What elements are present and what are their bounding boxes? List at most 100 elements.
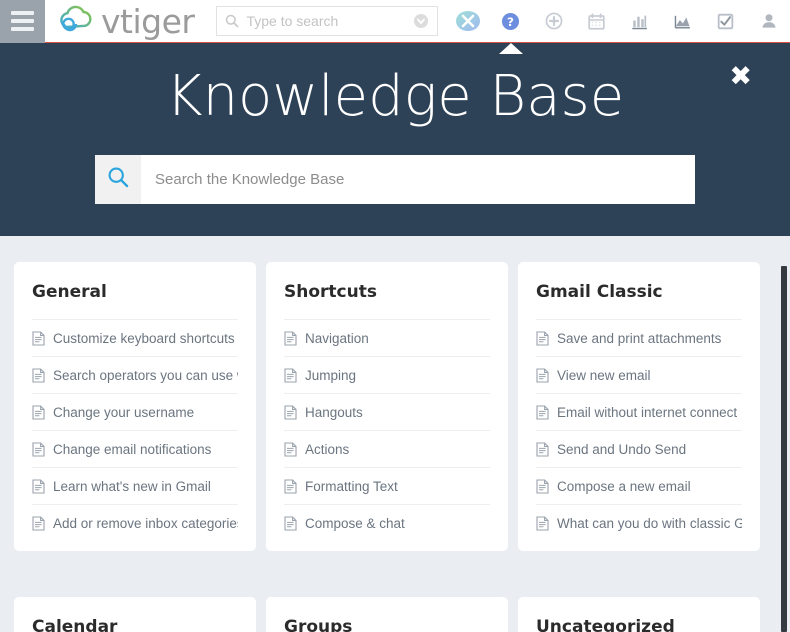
list-item[interactable]: Save and print attachments	[536, 319, 742, 356]
document-icon	[284, 441, 297, 457]
list-item-label: Save and print attachments	[557, 330, 722, 346]
card-article-list: Customize keyboard shortcuts Search oper…	[32, 319, 238, 541]
document-icon	[536, 515, 549, 531]
list-item[interactable]: Hangouts	[284, 393, 490, 430]
document-icon	[536, 404, 549, 420]
list-item[interactable]: Change your username	[32, 393, 238, 430]
list-item-label: Formatting Text	[305, 478, 398, 494]
search-icon	[107, 166, 129, 193]
nav-icon-group: ?	[446, 0, 790, 54]
chevron-down-circle-icon[interactable]	[413, 13, 429, 29]
list-item[interactable]: Compose & chat	[284, 504, 490, 541]
help-icon[interactable]: ?	[489, 0, 532, 54]
document-icon	[32, 330, 45, 346]
svg-text:?: ?	[507, 14, 514, 28]
list-item-label: Compose a new email	[557, 478, 691, 494]
kb-card-groups: Groups	[266, 597, 508, 632]
page-title: Knowledge Base	[165, 64, 625, 129]
hamburger-bar	[11, 27, 34, 31]
list-item[interactable]: Compose a new email	[536, 467, 742, 504]
list-item-label: Email without internet connect	[557, 404, 738, 420]
kb-card-gmail-classic: Gmail Classic Save and print attachments	[518, 262, 760, 551]
list-item[interactable]: Actions	[284, 430, 490, 467]
list-item-label: Compose & chat	[305, 515, 405, 531]
checkbox-tasks-icon[interactable]	[704, 0, 747, 43]
list-item[interactable]: What can you do with classic G	[536, 504, 742, 541]
kb-search-button[interactable]	[95, 155, 141, 204]
document-icon	[284, 367, 297, 383]
search-icon	[225, 14, 240, 28]
list-item[interactable]: Formatting Text	[284, 467, 490, 504]
user-profile-icon[interactable]	[747, 0, 790, 43]
help-dropdown-caret	[498, 42, 523, 54]
document-icon	[284, 515, 297, 531]
list-item[interactable]: Learn what's new in Gmail	[32, 467, 238, 504]
list-item[interactable]: Send and Undo Send	[536, 430, 742, 467]
global-search-input[interactable]	[246, 13, 414, 29]
document-icon	[284, 404, 297, 420]
bar-chart-icon[interactable]	[618, 0, 661, 43]
content-scrollbar[interactable]	[778, 236, 790, 632]
vtiger-cloud-icon	[55, 5, 99, 37]
card-article-list: Navigation Jumping Hangouts Actions Form…	[284, 319, 490, 541]
knowledge-base-hero: ✖ Knowledge Base	[0, 43, 790, 236]
top-navigation-bar: vtiger Type to search ?	[0, 0, 790, 54]
document-icon	[536, 330, 549, 346]
list-item[interactable]: Search operators you can use wi	[32, 356, 238, 393]
document-icon	[32, 367, 45, 383]
kb-card-general: General Customize keyboard shortcuts Sea…	[14, 262, 256, 551]
list-item-label: Navigation	[305, 330, 369, 346]
card-title: General	[32, 282, 107, 302]
list-item-label: Customize keyboard shortcuts	[53, 330, 235, 346]
document-icon	[32, 404, 45, 420]
list-item-label: Search operators you can use wi	[53, 367, 238, 383]
calendar-icon[interactable]	[575, 0, 618, 43]
list-item[interactable]: Jumping	[284, 356, 490, 393]
list-item-label: What can you do with classic G	[557, 515, 742, 531]
xing-app-icon[interactable]	[446, 0, 489, 43]
card-title: Groups	[284, 617, 353, 632]
list-item-label: Jumping	[305, 367, 357, 383]
list-item[interactable]: Email without internet connect	[536, 393, 742, 430]
kb-search-input[interactable]	[141, 155, 695, 204]
kb-card-grid: General Customize keyboard shortcuts Sea…	[0, 262, 790, 632]
hamburger-bar	[11, 11, 34, 15]
global-search-box[interactable]	[216, 6, 439, 36]
hamburger-bar	[11, 19, 34, 23]
list-item[interactable]: Customize keyboard shortcuts	[32, 319, 238, 356]
document-icon	[536, 478, 549, 494]
list-item-label: Change email notifications	[53, 441, 212, 457]
vtiger-brand-text: vtiger	[101, 1, 195, 41]
kb-card-calendar: Calendar	[14, 597, 256, 632]
document-icon	[32, 478, 45, 494]
card-title: Uncategorized	[536, 617, 675, 632]
vtiger-logo[interactable]: vtiger	[55, 1, 195, 41]
list-item[interactable]: Navigation	[284, 319, 490, 356]
kb-search-bar	[95, 155, 695, 204]
list-item-label: Hangouts	[305, 404, 363, 420]
list-item-label: Actions	[305, 441, 350, 457]
list-item[interactable]: View new email	[536, 356, 742, 393]
kb-content-area: General Customize keyboard shortcuts Sea…	[0, 236, 790, 632]
card-title: Calendar	[32, 617, 118, 632]
add-circle-icon[interactable]	[532, 0, 575, 43]
scrollbar-thumb[interactable]	[781, 266, 787, 632]
kb-card-shortcuts: Shortcuts Navigation Jumping Hangouts Ac…	[266, 262, 508, 551]
document-icon	[32, 441, 45, 457]
list-item-label: Send and Undo Send	[557, 441, 687, 457]
card-title: Shortcuts	[284, 282, 377, 302]
list-item-label: Learn what's new in Gmail	[53, 478, 211, 494]
close-icon[interactable]: ✖	[729, 63, 752, 90]
area-chart-icon[interactable]	[661, 0, 704, 43]
hamburger-menu-icon[interactable]	[0, 0, 45, 43]
list-item-label: Change your username	[53, 404, 195, 420]
card-title: Gmail Classic	[536, 282, 663, 302]
document-icon	[284, 478, 297, 494]
document-icon	[536, 441, 549, 457]
list-item-label: View new email	[557, 367, 651, 383]
document-icon	[284, 330, 297, 346]
document-icon	[536, 367, 549, 383]
list-item[interactable]: Add or remove inbox categories	[32, 504, 238, 541]
card-article-list: Save and print attachments View new emai…	[536, 319, 742, 541]
list-item[interactable]: Change email notifications	[32, 430, 238, 467]
